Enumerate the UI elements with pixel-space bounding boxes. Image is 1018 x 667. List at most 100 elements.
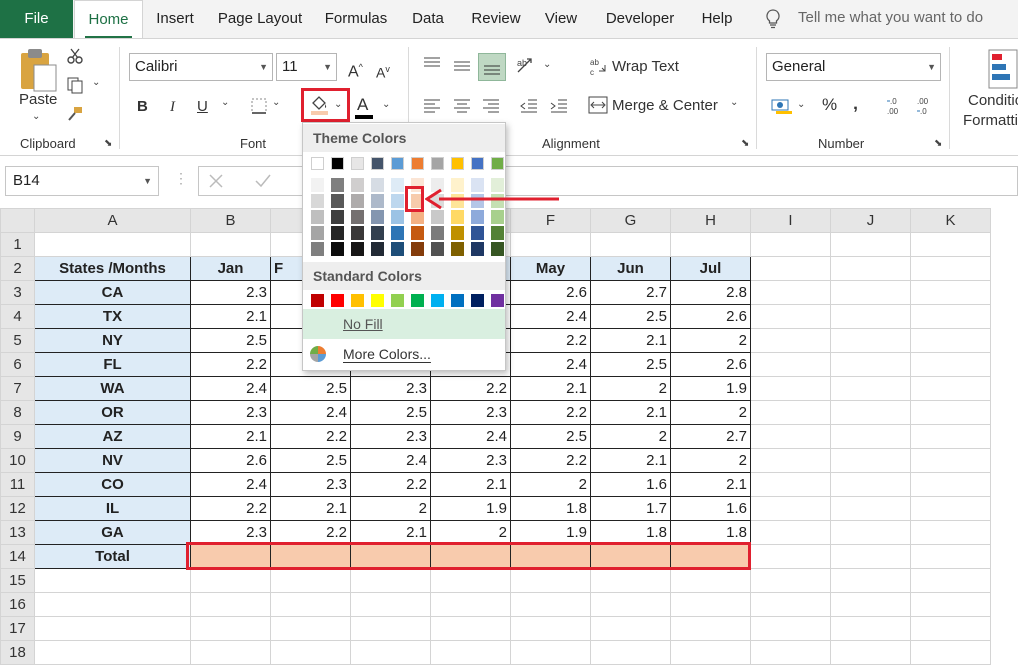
theme-shade-swatch[interactable] [311,178,324,192]
merge-dropdown-icon[interactable]: ⌄ [730,97,738,108]
value-cell[interactable]: 2.5 [590,352,671,377]
theme-shade-swatch[interactable] [451,194,464,208]
theme-shade-swatch[interactable] [491,226,504,240]
cell[interactable] [910,640,991,665]
italic-button[interactable]: I [170,97,175,117]
theme-color-swatch[interactable] [351,157,364,170]
value-cell[interactable]: 2.1 [670,472,751,497]
standard-color-swatch[interactable] [331,294,344,307]
value-cell[interactable]: 2 [590,424,671,449]
cell[interactable] [750,280,831,305]
bold-button[interactable]: B [137,97,148,117]
theme-shade-swatch[interactable] [331,194,344,208]
cell[interactable] [670,592,751,617]
value-cell[interactable]: 2.1 [590,328,671,353]
cell[interactable] [910,520,991,545]
value-cell[interactable]: 2 [430,520,511,545]
tab-developer[interactable]: Developer [600,0,680,38]
cell[interactable] [430,568,511,593]
value-cell[interactable]: 2.3 [350,424,431,449]
row-header[interactable]: 13 [0,520,35,545]
value-cell[interactable]: 1.6 [670,496,751,521]
theme-shade-swatch[interactable] [371,210,384,224]
cell[interactable] [670,616,751,641]
borders-dropdown-icon[interactable]: ⌄ [272,97,280,108]
value-cell[interactable]: 2.1 [590,448,671,473]
row-header[interactable]: 16 [0,592,35,617]
wrap-text-button[interactable]: Wrap Text [612,57,679,77]
value-cell[interactable]: 2.2 [190,496,271,521]
cell[interactable] [830,400,911,425]
row-header[interactable]: 18 [0,640,35,665]
cell[interactable] [750,352,831,377]
cell[interactable] [910,400,991,425]
month-header[interactable]: Jun [590,256,671,281]
cell[interactable] [430,640,511,665]
cell[interactable] [350,616,431,641]
theme-shade-swatch[interactable] [491,210,504,224]
cell[interactable] [430,592,511,617]
value-cell[interactable]: 2.4 [270,400,351,425]
column-header[interactable]: K [910,208,991,233]
state-label[interactable]: NY [34,328,191,353]
value-cell[interactable]: 2.5 [590,304,671,329]
cut-icon[interactable] [66,47,84,65]
theme-shade-swatch[interactable] [351,178,364,192]
state-label[interactable]: AZ [34,424,191,449]
increase-decimal-icon[interactable]: .0.00 [886,95,908,117]
decrease-font-button[interactable]: Av [376,59,390,83]
column-header[interactable]: A [34,208,191,233]
font-color-button[interactable]: A [357,95,368,115]
more-colors-item[interactable]: More Colors... [303,339,505,369]
orientation-dropdown-icon[interactable]: ⌄ [543,59,551,70]
cell[interactable] [830,640,911,665]
cell[interactable] [510,592,591,617]
font-size-combo[interactable]: 11 ▼ [276,53,337,81]
value-cell[interactable]: 2.4 [510,352,591,377]
paste-icon[interactable] [18,47,58,93]
cell[interactable] [910,232,991,257]
value-cell[interactable]: 2.5 [190,328,271,353]
value-cell[interactable]: 2.1 [190,304,271,329]
cell[interactable] [910,616,991,641]
cell[interactable] [830,448,911,473]
align-center-icon[interactable] [453,99,471,113]
value-cell[interactable]: 2.3 [350,376,431,401]
cell[interactable] [190,568,271,593]
value-cell[interactable]: 2.7 [590,280,671,305]
theme-color-swatch[interactable] [451,157,464,170]
cell[interactable] [750,376,831,401]
theme-shade-swatch[interactable] [371,242,384,256]
standard-color-swatch[interactable] [451,294,464,307]
copy-dropdown-icon[interactable]: ⌄ [92,77,100,88]
value-cell[interactable]: 1.9 [430,496,511,521]
value-cell[interactable]: 2.4 [510,304,591,329]
theme-shade-swatch[interactable] [451,178,464,192]
theme-shade-swatch[interactable] [391,242,404,256]
value-cell[interactable]: 2.6 [670,352,751,377]
cell[interactable] [910,472,991,497]
cell[interactable] [670,232,751,257]
cell[interactable] [830,376,911,401]
paste-button[interactable]: Paste [19,90,57,110]
theme-color-swatch[interactable] [431,157,444,170]
tab-file[interactable]: File [0,0,73,38]
theme-shade-swatch[interactable] [471,210,484,224]
tab-data[interactable]: Data [405,0,451,38]
cell[interactable] [190,592,271,617]
align-right-icon[interactable] [482,99,500,113]
cell[interactable] [350,592,431,617]
cell[interactable] [750,232,831,257]
value-cell[interactable]: 2.5 [270,376,351,401]
theme-shade-swatch[interactable] [351,210,364,224]
value-cell[interactable]: 1.9 [510,520,591,545]
theme-shade-swatch[interactable] [351,242,364,256]
value-cell[interactable]: 2.4 [430,424,511,449]
cell[interactable] [830,472,911,497]
state-label[interactable]: CA [34,280,191,305]
standard-color-swatch[interactable] [491,294,504,307]
copy-icon[interactable] [66,76,84,94]
value-cell[interactable]: 2.2 [430,376,511,401]
fill-color-dropdown-icon[interactable]: ⌄ [334,99,342,110]
column-header[interactable]: G [590,208,671,233]
